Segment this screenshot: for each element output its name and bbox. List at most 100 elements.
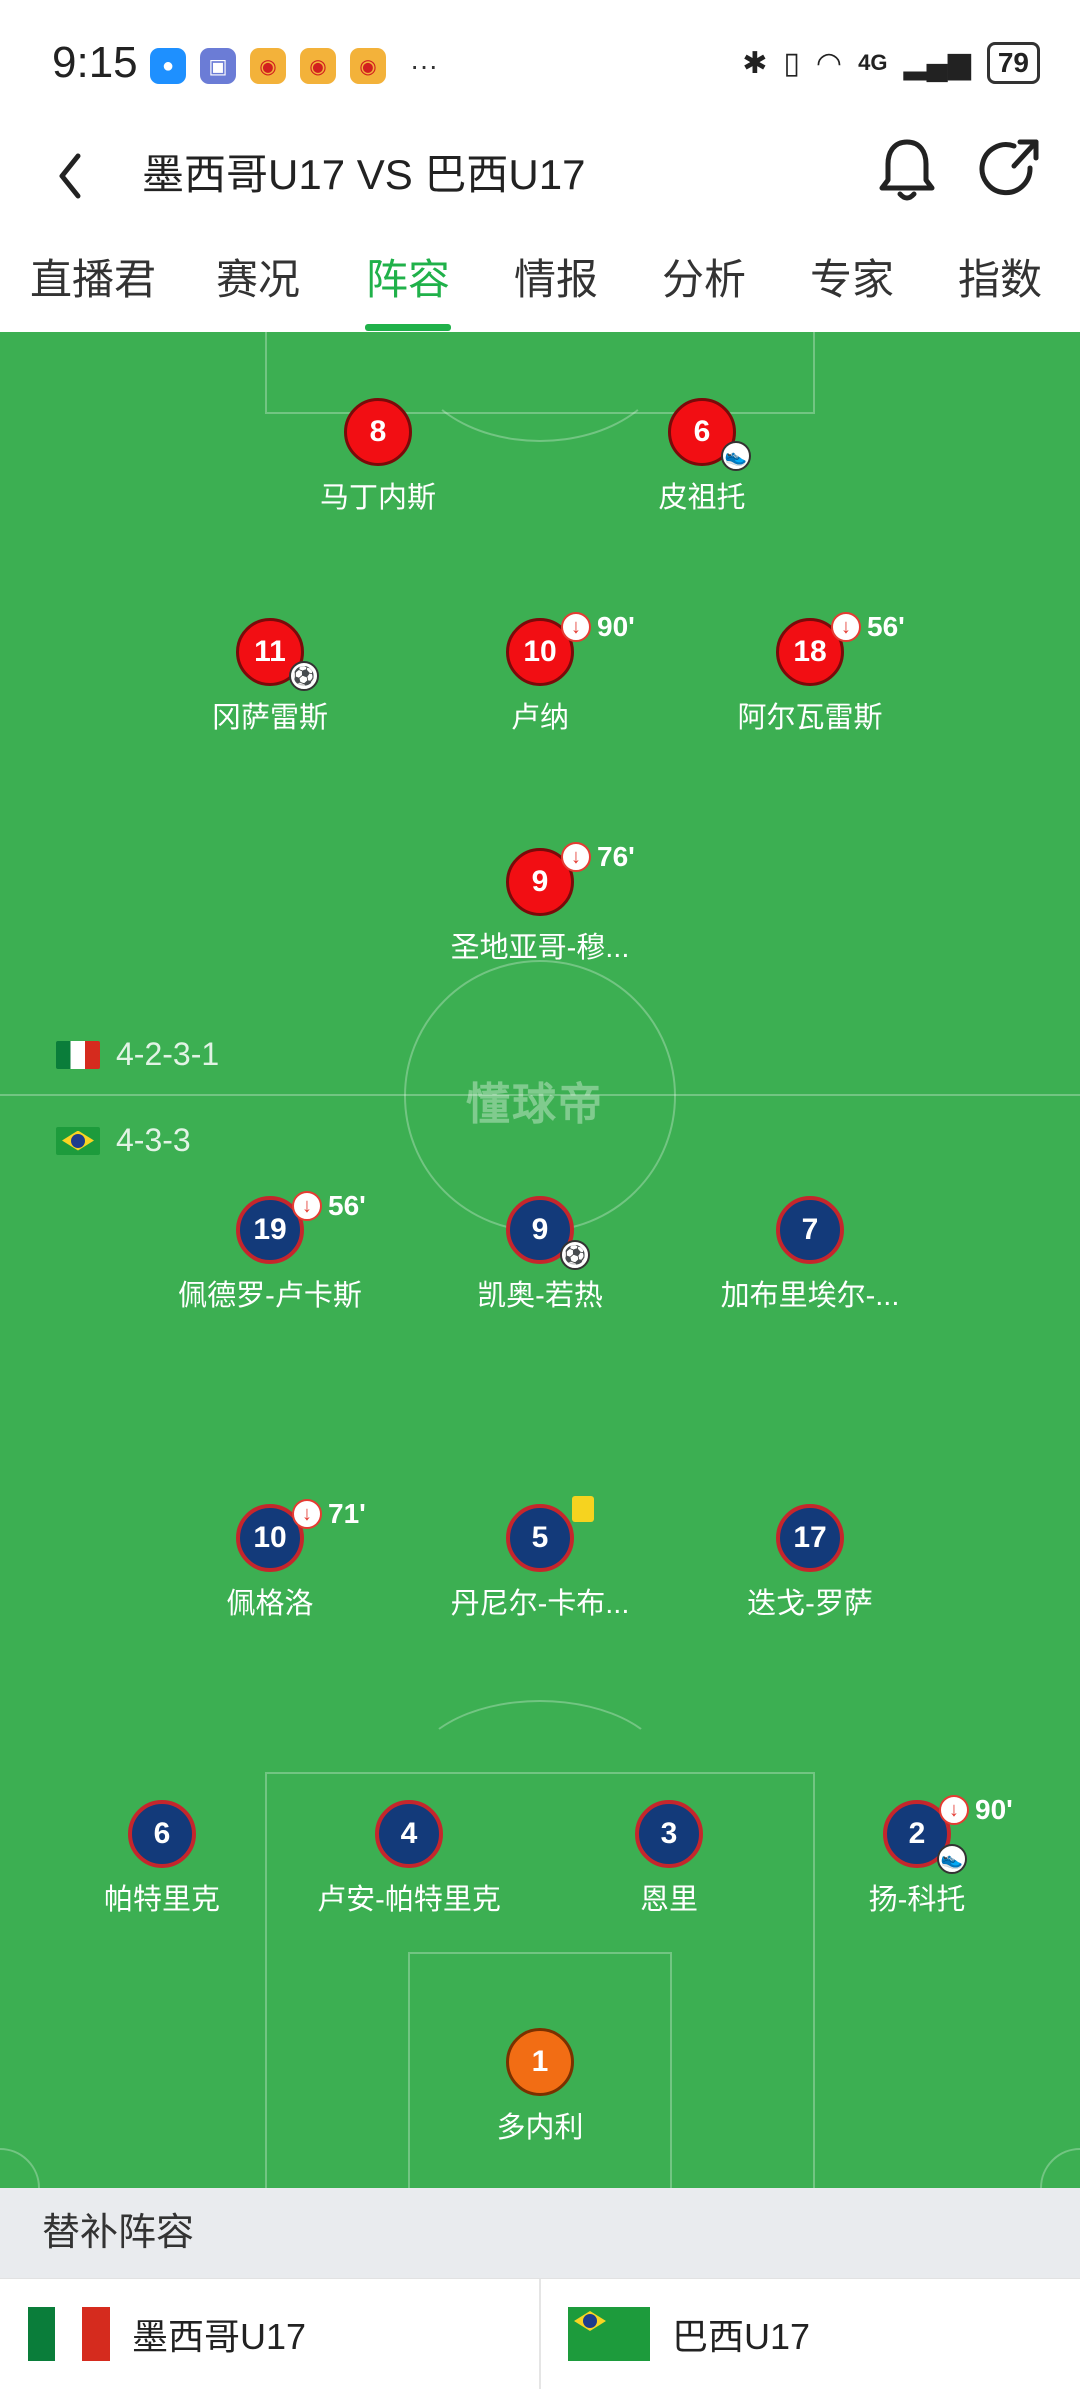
away-team-tab[interactable]: 巴西U17: [568, 2279, 810, 2389]
sub-out-arrow-icon: ↓: [292, 1499, 322, 1529]
player-number: 9 ⚽: [506, 1196, 590, 1270]
substitution-out: ↓ 56': [831, 611, 905, 643]
divider: [539, 2279, 541, 2389]
bell-icon[interactable]: [872, 130, 942, 210]
yellow-card-icon: [572, 1496, 594, 1522]
away-player[interactable]: 19 ↓ 56' 佩德罗-卢卡斯: [160, 1190, 380, 1314]
more-notifications-icon: ···: [410, 50, 438, 81]
tab-experts[interactable]: 专家: [810, 240, 894, 320]
player-name: 迭戈-罗萨: [747, 1588, 873, 1620]
back-arrow-icon[interactable]: [48, 140, 98, 210]
brazil-flag-icon: [568, 2307, 650, 2361]
home-player[interactable]: 8 马丁内斯: [268, 398, 488, 516]
player-number: 7: [776, 1196, 844, 1264]
tab-match[interactable]: 赛况: [216, 240, 300, 320]
away-player[interactable]: 17 迭戈-罗萨: [700, 1504, 920, 1622]
away-player[interactable]: 9 ⚽ 凯奥-若热: [430, 1196, 650, 1314]
substitution-out: ↓ 71': [292, 1498, 366, 1530]
player-name: 阿尔瓦雷斯: [737, 702, 883, 734]
home-player[interactable]: 11 ⚽ 冈萨雷斯: [160, 618, 380, 736]
sub-out-arrow-icon: ↓: [292, 1191, 322, 1221]
watermark-logo: 懂球帝: [466, 1080, 604, 1129]
home-player[interactable]: 10 ↓ 90' 卢纳: [430, 611, 650, 736]
pitch: 懂球帝 4-2-3-1 4-3-3 8 马丁内斯 6 👟 皮祖托 11 ⚽ 冈萨…: [0, 332, 1080, 2188]
boot-icon: 👟: [721, 441, 751, 471]
player-number: 3: [635, 1800, 703, 1868]
page-title: 墨西哥U17 VS 巴西U17: [142, 151, 586, 198]
wifi-icon: ◠: [815, 46, 843, 80]
substitutes-title: 替补阵容: [42, 2212, 195, 2254]
away-player[interactable]: 3 恩里: [559, 1800, 779, 1918]
tab-intel[interactable]: 情报: [514, 240, 598, 320]
player-name: 恩里: [639, 1884, 698, 1916]
home-formation-text: 4-2-3-1: [116, 1036, 220, 1072]
message-app-icon: ●: [150, 48, 186, 84]
signal-icon: ▂▄▆: [903, 46, 971, 80]
away-player[interactable]: 6 帕特里克: [52, 1800, 272, 1918]
tab-odds[interactable]: 指数: [958, 240, 1042, 320]
player-number: 1: [506, 2028, 574, 2096]
away-formation-text: 4-3-3: [116, 1122, 191, 1158]
mexico-flag-icon: [28, 2307, 110, 2361]
player-name: 皮祖托: [658, 482, 746, 514]
active-tab-indicator: [365, 324, 451, 331]
away-player[interactable]: 4 卢安-帕特里克: [299, 1800, 519, 1918]
battery-icon: 79: [986, 42, 1040, 84]
home-player[interactable]: 6 👟 皮祖托: [592, 398, 812, 516]
sub-out-arrow-icon: ↓: [561, 612, 591, 642]
sub-out-arrow-icon: ↓: [939, 1795, 969, 1825]
away-player[interactable]: 10 ↓ 71' 佩格洛: [160, 1498, 380, 1622]
player-number: 2 ↓ 90' 👟: [883, 1794, 1013, 1874]
player-name: 凯奥-若热: [477, 1280, 603, 1312]
share-icon[interactable]: [972, 130, 1052, 210]
home-formation: 4-2-3-1: [56, 1036, 219, 1073]
home-player[interactable]: 9 ↓ 76' 圣地亚哥-穆...: [430, 841, 650, 966]
away-player[interactable]: 7 加布里埃尔-...: [700, 1196, 920, 1314]
player-number: 8: [344, 398, 412, 466]
player-number: 19 ↓ 56': [236, 1190, 366, 1264]
network-label: 4G: [858, 50, 888, 75]
substitution-out: ↓ 56': [292, 1190, 366, 1222]
substitutes-header: 替补阵容: [0, 2188, 1080, 2278]
player-name: 帕特里克: [103, 1884, 220, 1916]
mexico-flag-icon: [56, 1040, 100, 1069]
home-player[interactable]: 18 ↓ 56' 阿尔瓦雷斯: [700, 611, 920, 736]
boot-icon: 👟: [937, 1844, 967, 1874]
notification-icons: ● ▣ ◉ ◉ ◉ ···: [150, 48, 438, 84]
away-player[interactable]: 2 ↓ 90' 👟 扬-科托: [807, 1794, 1027, 1918]
status-bar: 9:15 ● ▣ ◉ ◉ ◉ ··· ✱ ▯ ◠ 4G ▂▄▆ 79: [0, 0, 1080, 130]
player-number: 6: [128, 1800, 196, 1868]
player-name: 扬-科托: [868, 1884, 966, 1916]
weibo-icon: ◉: [250, 48, 286, 84]
tab-lineup[interactable]: 阵容: [366, 240, 450, 320]
player-number: 9 ↓ 76': [506, 841, 635, 916]
goal-ball-icon: ⚽: [560, 1240, 590, 1270]
app-header: 墨西哥U17 VS 巴西U17: [0, 130, 1080, 230]
player-name: 丹尼尔-卡布...: [450, 1588, 630, 1620]
substitution-out: ↓ 76': [561, 841, 635, 873]
player-number: 18 ↓ 56': [776, 611, 905, 686]
system-icons: ✱ ▯ ◠ 4G ▂▄▆ 79: [742, 42, 1040, 84]
player-name: 马丁内斯: [319, 482, 436, 514]
player-name: 卢安-帕特里克: [317, 1884, 501, 1916]
away-goalkeeper[interactable]: 1 多内利: [430, 2028, 650, 2146]
weibo-icon: ◉: [350, 48, 386, 84]
away-formation: 4-3-3: [56, 1122, 191, 1159]
player-name: 佩格洛: [226, 1588, 314, 1620]
player-number: 11 ⚽: [236, 618, 319, 691]
calendar-app-icon: ▣: [200, 48, 236, 84]
tab-live[interactable]: 直播君: [30, 240, 156, 320]
sub-out-arrow-icon: ↓: [831, 612, 861, 642]
substitution-out: ↓ 90': [561, 611, 635, 643]
player-name: 加布里埃尔-...: [720, 1280, 900, 1312]
corner-arc-right: [1040, 2148, 1080, 2188]
away-player[interactable]: 5 丹尼尔-卡布...: [430, 1496, 650, 1622]
player-name: 圣地亚哥-穆...: [450, 932, 630, 964]
vibrate-icon: ▯: [783, 46, 800, 80]
player-number: 10 ↓ 90': [506, 611, 635, 686]
home-team-tab[interactable]: 墨西哥U17: [28, 2279, 306, 2389]
bluetooth-icon: ✱: [742, 46, 768, 80]
home-team-name: 墨西哥U17: [132, 2316, 307, 2357]
tab-analysis[interactable]: 分析: [662, 240, 746, 320]
sub-out-arrow-icon: ↓: [561, 842, 591, 872]
